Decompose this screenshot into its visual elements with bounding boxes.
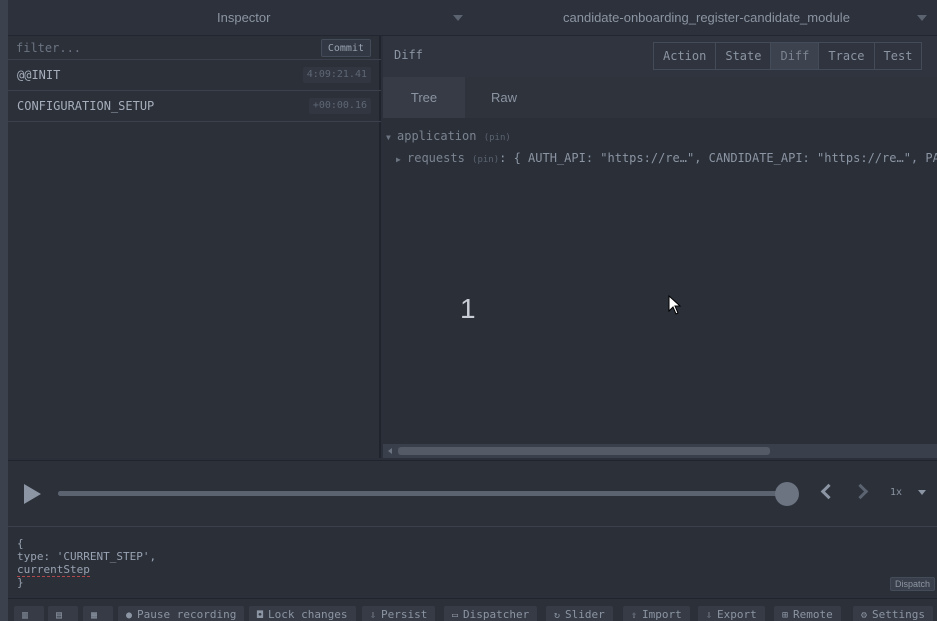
chevron-right-icon[interactable]	[852, 483, 869, 500]
layout-bottom-button[interactable]: ▦	[83, 606, 113, 621]
keyboard-icon: ▭	[452, 610, 459, 621]
pin-icon: ⇩	[370, 610, 377, 621]
tree-node-application[interactable]: ▼ application (pin)	[386, 129, 511, 143]
scrollbar-thumb[interactable]	[398, 447, 770, 455]
tab-action[interactable]: Action	[653, 42, 717, 70]
layout-bottom-icon: ▦	[91, 610, 98, 621]
pause-recording-label: Pause recording	[137, 608, 237, 621]
history-icon: ↻	[554, 610, 561, 621]
tree-node-requests[interactable]: ▶ requests (pin): { AUTH_API: "https://re…	[396, 151, 937, 165]
overlay-number: 1	[460, 293, 476, 324]
code-line: type: 'CURRENT_STEP',	[17, 550, 157, 563]
horizontal-scrollbar[interactable]	[383, 444, 937, 458]
network-icon: ⊞	[782, 610, 789, 621]
collapsed-triangle-icon[interactable]: ▶	[396, 155, 407, 164]
slider-fill	[58, 491, 790, 496]
tree-value: : { AUTH_API: "https://re…", CANDIDATE_A…	[499, 151, 937, 165]
commit-button[interactable]: Commit	[320, 39, 371, 57]
code-line-error: currentStep	[17, 563, 90, 577]
action-item-init[interactable]: @@INIT 4:09:21.41	[8, 60, 381, 91]
tab-state[interactable]: State	[715, 42, 772, 70]
action-item-configuration-setup[interactable]: CONFIGURATION_SETUP +00:00.16	[8, 91, 381, 122]
remote-button[interactable]: ⊞ Remote	[774, 606, 841, 621]
dispatch-editor[interactable]: { type: 'CURRENT_STEP', currentStep }	[17, 537, 156, 589]
subtab-raw[interactable]: Raw	[465, 77, 543, 118]
import-button[interactable]: ⇧ Import	[623, 606, 690, 621]
pin-link[interactable]: (pin)	[484, 133, 511, 143]
layout-right-button[interactable]: ▤	[48, 606, 78, 621]
top-bar: Inspector candidate-onboarding_register-…	[8, 0, 937, 36]
slider-button[interactable]: ↻ Slider	[546, 606, 613, 621]
action-time: +00:00.16	[308, 98, 371, 114]
mouse-cursor-icon	[668, 295, 682, 315]
settings-button[interactable]: ⚙ Settings	[853, 606, 934, 621]
monitor-title: Diff	[394, 48, 423, 62]
settings-label: Settings	[872, 608, 926, 621]
expanded-triangle-icon[interactable]: ▼	[386, 133, 397, 142]
lock-changes-button[interactable]: ◘ Lock changes	[249, 606, 356, 621]
instance-chevron-down-icon[interactable]	[453, 15, 463, 21]
tab-diff[interactable]: Diff	[770, 42, 820, 70]
persist-button[interactable]: ⇩ Persist	[362, 606, 436, 621]
pause-recording-button[interactable]: ● Pause recording	[118, 606, 245, 621]
monitor-header: Diff Action State Diff Trace Test	[383, 36, 937, 77]
dispatch-button[interactable]: Dispatch	[889, 577, 935, 591]
action-list-panel: Commit @@INIT 4:09:21.41 CONFIGURATION_S…	[8, 36, 381, 458]
action-time: 4:09:21.41	[302, 67, 371, 83]
dispatcher-button[interactable]: ▭ Dispatcher	[444, 606, 538, 621]
monitor-tab-group: Action State Diff Trace Test	[653, 42, 923, 70]
pause-icon: ●	[126, 610, 133, 621]
chevron-left-icon[interactable]	[820, 483, 837, 500]
scroll-left-arrow-icon[interactable]	[388, 448, 392, 454]
pin-link[interactable]: (pin)	[472, 155, 499, 165]
store-chevron-down-icon[interactable]	[917, 15, 927, 21]
tree-key: application	[397, 129, 477, 143]
export-label: Export	[717, 608, 757, 621]
upload-icon: ⇧	[631, 610, 638, 621]
lock-icon: ◘	[257, 610, 264, 621]
slider-knob[interactable]	[775, 482, 799, 506]
persist-label: Persist	[381, 608, 428, 621]
code-line: }	[17, 576, 24, 589]
subtab-tree[interactable]: Tree	[383, 77, 465, 118]
instance-selector-label: Inspector	[217, 10, 271, 25]
action-name: @@INIT	[17, 68, 61, 82]
lock-changes-label: Lock changes	[268, 608, 348, 621]
tab-trace[interactable]: Trace	[818, 42, 875, 70]
dispatcher-label: Dispatcher	[463, 608, 530, 621]
store-selector[interactable]: candidate-onboarding_register-candidate_…	[563, 0, 850, 36]
tree-key: requests	[407, 151, 465, 165]
dispatcher-panel: { type: 'CURRENT_STEP', currentStep } Di…	[8, 526, 937, 596]
code-line: {	[17, 537, 24, 550]
filter-row: Commit	[8, 36, 381, 60]
speed-selector[interactable]: 1x	[890, 487, 902, 498]
subtab-bar: Tree Raw	[383, 77, 937, 118]
instance-selector[interactable]: Inspector	[217, 0, 270, 36]
layout-left-button[interactable]: ▥	[14, 606, 44, 621]
download-icon: ⇩	[706, 610, 713, 621]
import-label: Import	[642, 608, 682, 621]
layout-left-icon: ▥	[22, 610, 29, 621]
slider-label: Slider	[565, 608, 605, 621]
slider-track[interactable]	[58, 491, 790, 496]
speed-chevron-down-icon[interactable]	[918, 490, 926, 495]
store-selector-label: candidate-onboarding_register-candidate_…	[563, 10, 850, 25]
slider-player: 1x	[8, 460, 937, 526]
diff-tree: ▼ application (pin) ▶ requests (pin): { AU…	[383, 118, 937, 444]
left-edge-strip	[0, 0, 8, 621]
monitor-panel: Diff Action State Diff Trace Test Tree R…	[383, 36, 937, 458]
gear-icon: ⚙	[861, 610, 868, 621]
action-name: CONFIGURATION_SETUP	[17, 99, 155, 113]
filter-input[interactable]	[16, 39, 316, 57]
layout-right-icon: ▤	[56, 610, 63, 621]
remote-label: Remote	[793, 608, 833, 621]
export-button[interactable]: ⇩ Export	[698, 606, 765, 621]
tab-test[interactable]: Test	[873, 42, 923, 70]
play-icon[interactable]	[24, 484, 41, 504]
bottom-toolbar: ▥ ▤ ▦ ● Pause recording ◘ Lock changes ⇩ Pe…	[8, 598, 937, 621]
